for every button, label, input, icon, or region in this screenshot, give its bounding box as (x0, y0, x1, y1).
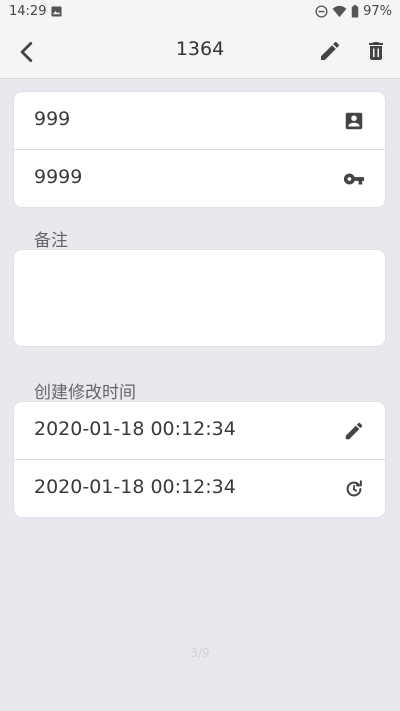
password-row[interactable]: 9999 (14, 150, 385, 207)
timestamps-label: 创建修改时间 (34, 383, 136, 403)
delete-icon[interactable] (364, 39, 388, 63)
battery-percent: 97% (363, 4, 392, 19)
app-bar: 1364 (0, 24, 400, 79)
created-time-row: 2020-01-18 00:12:34 (14, 460, 385, 517)
status-right: 97% (315, 4, 392, 19)
status-bar: 14:29 97% (0, 0, 400, 24)
account-value[interactable]: 999 (34, 108, 70, 130)
image-notification-icon (51, 6, 62, 17)
timestamps-card: 2020-01-18 00:12:34 2020-01-18 00:12:34 (14, 402, 385, 517)
password-value[interactable]: 9999 (34, 166, 82, 188)
page-indicator: 3/9 (190, 646, 210, 660)
key-icon[interactable] (343, 168, 365, 190)
credentials-card: 999 9999 (14, 92, 385, 207)
created-time-value: 2020-01-18 00:12:34 (34, 476, 236, 498)
status-time: 14:29 (9, 4, 47, 19)
modified-time-row: 2020-01-18 00:12:34 (14, 402, 385, 460)
history-clock-icon (346, 480, 362, 497)
modified-time-value: 2020-01-18 00:12:34 (34, 418, 236, 440)
contact-card-icon[interactable] (343, 110, 365, 132)
edit-pencil-icon (345, 422, 363, 440)
notes-label: 备注 (34, 231, 68, 251)
account-row[interactable]: 999 (14, 92, 385, 150)
battery-icon (351, 5, 359, 18)
do-not-disturb-icon (315, 5, 328, 18)
wifi-icon (332, 5, 347, 18)
notes-box[interactable] (14, 250, 385, 346)
edit-pencil-icon[interactable] (318, 39, 342, 63)
